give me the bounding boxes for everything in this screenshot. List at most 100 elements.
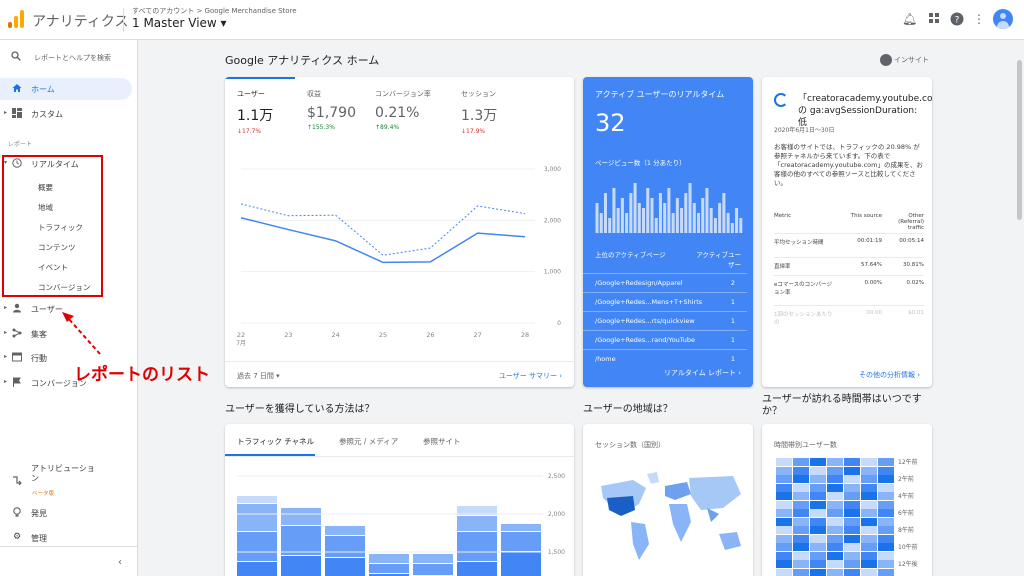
acquisition-bar-segment [325,558,365,576]
users-summary-link[interactable]: ユーザー サマリー › [499,371,562,381]
avatar[interactable] [993,9,1013,29]
tab-source-medium[interactable]: 参照元 / メディア [339,436,398,447]
user-count: 1 [730,336,735,344]
metric-value: 0.21% [375,105,420,121]
y-tick-label: 1,500 [548,549,565,556]
sidebar-item-home[interactable]: ホーム [0,78,132,100]
heatmap-cell [827,500,843,509]
table-row: eコマースのコンバージョン率 0.00% 0.02% [774,275,924,299]
page-scrollbar[interactable] [1017,60,1022,220]
acquisition-bar-segment [501,552,541,576]
sidebar-item-discover[interactable]: 発見 [0,502,132,524]
pageview-bar [705,188,709,233]
tab-traffic-channel[interactable]: トラフィック チャネル [237,436,314,447]
heatmap-cell [844,458,860,466]
realtime-report-link[interactable]: リアルタイム レポート › [664,368,741,378]
metric-sessions[interactable]: セッション 1.3万 ↓17.9% [461,89,531,135]
collapse-sidebar-icon[interactable]: ‹ [118,557,122,568]
dashboard-icon [12,108,22,118]
expand-arrow-icon: ▸ [4,378,8,385]
user-count: 1 [730,355,735,363]
apps-icon[interactable] [927,12,941,26]
view-selector[interactable]: 1 Master View ▾ [132,16,227,30]
heatmap-cell [776,517,792,526]
table-row[interactable]: /Google+Redes...rts/quickview 1 [583,311,747,330]
heatmap-cell [878,543,894,551]
heatmap-cell [827,458,843,466]
heatmap-row-label: 8午前 [898,527,914,534]
sidebar-item-custom[interactable]: ▸ カスタム [0,103,132,125]
selected-metric-indicator [225,77,295,79]
heatmap-cell [776,509,792,517]
table-row[interactable]: /Google+Redesign/Apparel 2 [583,273,747,292]
top-pages-header: 上位のアクティブページ [595,251,666,259]
attribution-icon [12,475,22,486]
y-tick-label: 0 [557,320,561,327]
pageview-bar [646,188,650,233]
pageview-bar [599,213,603,233]
refresh-icon [774,93,788,107]
pageview-bar [633,183,637,233]
insight-title: 「creatoracademy.youtube.com」の ga:avgSess… [798,94,932,128]
annotation-arrow [62,312,101,355]
heatmap-cell [878,526,894,534]
table-row[interactable]: /Google+Redes...rand/YouTube 1 [583,330,747,349]
page-path: /Google+Redes...rand/YouTube [595,336,696,344]
heatmap-row-label: 6午前 [898,510,914,517]
heatmap-cell [861,500,877,509]
heatmap-cell [878,475,894,483]
insight-body: お客様のサイトでは、トラフィックの 20.98% が参照チャネルから来ています。… [774,143,923,187]
insight-icon [880,54,892,66]
metric-revenue[interactable]: 収益 $1,790 ↑155.3% [307,89,377,131]
metric-users[interactable]: ユーザー 1.1万 ↓17.7% [237,89,307,135]
sidebar: レポートとヘルプを検索 ホーム ▸ カスタム レポート ▾ リアルタイム 概要 … [0,40,138,576]
acquisition-title: ユーザーを獲得している方法は？ [225,404,375,415]
table-row[interactable]: /home 1 [583,349,747,368]
heatmap-cell [878,509,894,517]
heatmap-cell [776,492,792,500]
tab-referrals[interactable]: 参照サイト [423,436,461,447]
sidebar-item-label: カスタム [31,110,63,119]
metric-conversion-rate[interactable]: コンバージョン率 0.21% ↑89.4% [375,89,455,131]
search-bar[interactable]: レポートとヘルプを検索 [0,48,138,68]
heatmap-cell [827,526,843,534]
realtime-title: アクティブ ユーザーのリアルタイム [595,90,725,99]
more-insights-link[interactable]: その他の分析情報 › [859,370,920,380]
app-title: アナリティクス [32,14,129,30]
time-heatmap: 12午前 2午前 4午前 6午前 8午前 10午前 12午後 [776,458,918,576]
lightbulb-icon [12,507,22,517]
heatmap-cell [793,560,809,568]
heatmap-cell [793,509,809,517]
help-icon[interactable]: ? [950,12,964,26]
table-row: 1回のセッションあたりの 00.00 $0.01 [774,305,924,329]
date-range-selector[interactable]: 過去 7 日間 ▾ [237,371,280,381]
page-path: /Google+Redesign/Apparel [595,279,683,287]
pageview-bar [654,218,658,233]
acquisition-bar-segment [281,508,321,525]
x-tick-label: 22 [237,331,245,339]
pageview-bar [616,208,620,233]
flag-icon [12,377,22,387]
analytics-logo[interactable] [8,10,24,28]
x-tick-label: 23 [284,331,292,339]
acquisition-bar-segment [325,526,365,535]
acquisition-bar-segment [501,532,541,551]
acquisition-bar-segment [369,554,409,563]
heatmap-row-label: 2午前 [898,476,914,483]
heatmap-cell [861,483,877,492]
insight-button[interactable]: インサイト [880,54,929,66]
heatmap-cell [827,551,843,560]
more-vert-icon[interactable]: ⋮ [972,12,986,26]
heatmap-cell [827,534,843,543]
heatmap-cell [810,492,826,500]
bell-icon[interactable]: 🔔︎ [902,12,917,26]
person-icon [12,303,22,313]
table-row[interactable]: /Google+Redes...Mens+T+Shirts 1 [583,292,747,311]
y-tick-label: 2,500 [548,473,565,480]
breadcrumb[interactable]: すべてのアカウント > Google Merchandise Store [132,6,297,16]
pageview-bar [680,208,684,233]
heatmap-cell [776,475,792,483]
sidebar-item-attribution[interactable]: アトリビューション [0,463,132,493]
heatmap-cell [861,458,877,466]
search-input[interactable]: レポートとヘルプを検索 [34,53,111,63]
